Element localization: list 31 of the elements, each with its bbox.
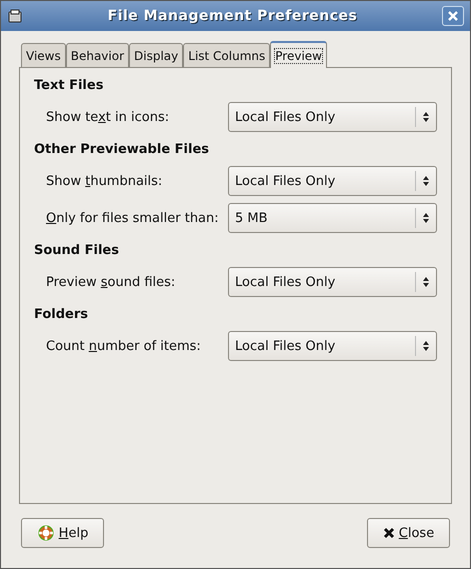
tab[interactable]: Behavior: [66, 43, 130, 67]
close-icon[interactable]: [442, 6, 464, 26]
section-heading: Other Previewable Files: [34, 142, 210, 157]
updown-icon: [422, 340, 430, 352]
updown-icon: [422, 276, 430, 288]
section-heading: Folders: [34, 307, 90, 322]
help-button[interactable]: Help: [21, 518, 104, 548]
field-label: Preview sound files:: [46, 274, 176, 290]
dropdown[interactable]: Local Files Only: [228, 102, 437, 132]
field-label: Show text in icons:: [46, 110, 170, 124]
field-label: Only for files smaller than:: [46, 210, 219, 226]
dropdown[interactable]: Local Files Only: [228, 267, 437, 297]
field-label: Count number of items:: [46, 338, 201, 354]
tab[interactable]: List Columns: [183, 43, 270, 67]
field-label: Show thumbnails:: [46, 174, 162, 188]
close-icon: [382, 527, 395, 539]
dropdown[interactable]: Local Files Only: [228, 166, 437, 196]
tab[interactable]: Display: [129, 43, 184, 67]
updown-icon: [422, 212, 430, 224]
window-title: File Management Preferences: [106, 8, 358, 24]
lifebuoy-icon: [36, 524, 55, 542]
tab[interactable]: Preview: [270, 41, 327, 68]
updown-icon: [422, 175, 430, 187]
tab[interactable]: Views: [21, 43, 66, 67]
dropdown[interactable]: Local Files Only: [228, 331, 437, 361]
dropdown[interactable]: 5 MB: [228, 203, 437, 233]
close-button[interactable]: Close: [367, 518, 450, 548]
section-heading: Sound Files: [34, 243, 120, 258]
section-heading: Text Files: [34, 78, 104, 93]
updown-icon: [422, 111, 430, 123]
cabinet-icon: [7, 8, 23, 24]
